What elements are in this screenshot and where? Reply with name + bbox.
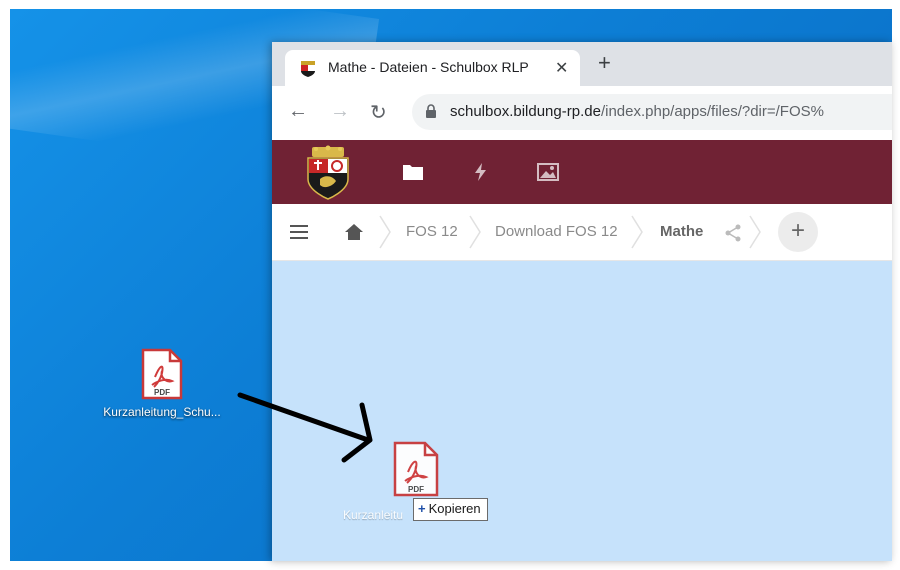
breadcrumb-item-mathe[interactable]: Mathe — [660, 223, 703, 240]
add-button[interactable]: + — [778, 212, 818, 252]
breadcrumb: FOS 12 Download FOS 12 Mathe + — [272, 204, 892, 261]
pdf-file-icon: PDF — [140, 347, 184, 401]
desktop-file-icon[interactable]: PDF Kurzanleitung_Schu... — [86, 347, 238, 419]
app-header — [272, 140, 892, 204]
url-text: schulbox.bildung-rp.de/index.php/apps/fi… — [450, 103, 824, 120]
photos-icon[interactable] — [537, 162, 559, 182]
copy-label: Kopieren — [428, 501, 481, 516]
svg-text:PDF: PDF — [154, 388, 170, 397]
breadcrumb-item-fos12[interactable]: FOS 12 — [406, 223, 458, 240]
breadcrumb-item-download-fos12[interactable]: Download FOS 12 — [495, 223, 618, 240]
close-icon[interactable]: ✕ — [555, 58, 568, 78]
plus-icon[interactable]: + — [598, 52, 611, 74]
svg-text:PDF: PDF — [408, 485, 424, 494]
browser-window: Mathe - Dateien - Schulbox RLP ✕ + ← → ↻… — [272, 42, 892, 561]
address-bar[interactable]: schulbox.bildung-rp.de/index.php/apps/fi… — [412, 94, 892, 130]
breadcrumb-separator — [749, 215, 761, 249]
activity-icon[interactable] — [470, 162, 492, 182]
copy-tooltip: + Kopieren — [413, 498, 488, 521]
desktop-file-label: Kurzanleitung_Schu... — [103, 405, 221, 419]
home-icon[interactable] — [344, 223, 364, 241]
arrow-left-icon[interactable]: ← — [288, 100, 308, 123]
breadcrumb-separator — [469, 215, 481, 249]
breadcrumb-separator — [379, 215, 391, 249]
rlp-favicon-icon — [301, 61, 315, 77]
folder-icon[interactable] — [402, 162, 424, 182]
tab-strip: Mathe - Dateien - Schulbox RLP ✕ + — [272, 42, 892, 86]
url-host: schulbox.bildung-rp.de — [450, 103, 601, 120]
dragged-file-label: Kurzanleitu — [343, 508, 404, 522]
share-icon[interactable] — [724, 224, 742, 242]
browser-toolbar: ← → ↻ schulbox.bildung-rp.de/index.php/a… — [272, 86, 892, 140]
browser-tab[interactable]: Mathe - Dateien - Schulbox RLP ✕ — [285, 50, 580, 86]
arrow-right-icon[interactable]: → — [330, 100, 350, 123]
rlp-coat-of-arms-logo[interactable] — [302, 145, 354, 201]
tab-title: Mathe - Dateien - Schulbox RLP — [328, 59, 529, 75]
url-path: /index.php/apps/files/?dir=/FOS% — [600, 103, 824, 120]
breadcrumb-separator — [631, 215, 643, 249]
lock-icon — [426, 104, 436, 118]
menu-icon[interactable] — [290, 224, 308, 240]
plus-icon: + — [418, 501, 426, 516]
dragged-pdf-icon: PDF — [393, 441, 439, 497]
reload-icon[interactable]: ↻ — [370, 100, 387, 125]
